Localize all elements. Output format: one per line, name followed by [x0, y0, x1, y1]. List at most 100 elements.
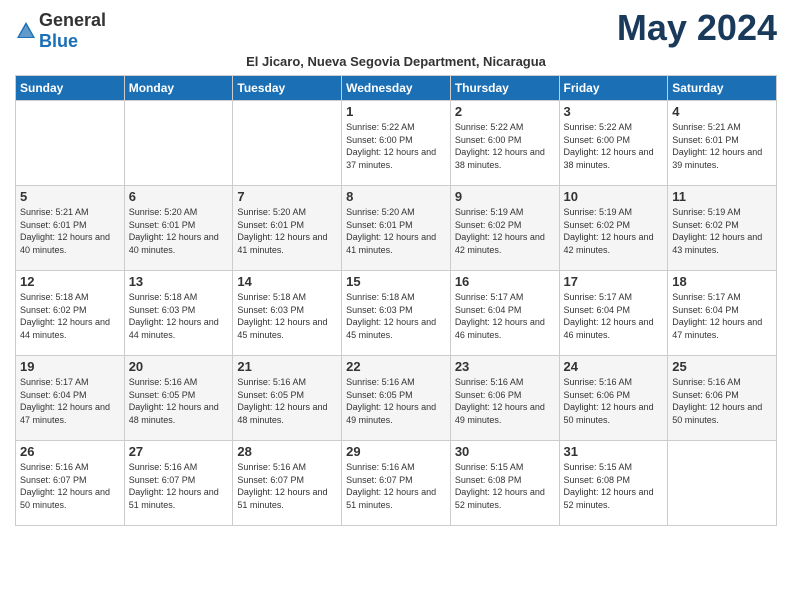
day-number: 26 [20, 444, 120, 459]
calendar-cell: 4Sunrise: 5:21 AM Sunset: 6:01 PM Daylig… [668, 101, 777, 186]
calendar-cell: 8 Sunrise: 5:20 AM Sunset: 6:01 PM Daylig… [342, 186, 451, 271]
day-number: 8 [346, 189, 446, 204]
day-info: Sunrise: 5:16 AM Sunset: 6:07 PM Dayligh… [346, 461, 446, 511]
day-info: Sunrise: 5:17 AM Sunset: 6:04 PM Dayligh… [20, 376, 120, 426]
calendar-cell: 16 Sunrise: 5:17 AM Sunset: 6:04 PM Dayli… [450, 271, 559, 356]
day-info: Sunrise: 5:17 AM Sunset: 6:04 PM Dayligh… [455, 291, 555, 341]
calendar-cell [233, 101, 342, 186]
calendar-cell: 25 Sunrise: 5:16 AM Sunset: 6:06 PM Dayli… [668, 356, 777, 441]
day-info: Sunrise: 5:22 AM Sunset: 6:00 PM Dayligh… [455, 121, 555, 171]
day-info: Sunrise: 5:16 AM Sunset: 6:06 PM Dayligh… [672, 376, 772, 426]
day-info: Sunrise: 5:17 AM Sunset: 6:04 PM Dayligh… [672, 291, 772, 341]
calendar-cell: 1 Sunrise: 5:22 AM Sunset: 6:00 PM Daylig… [342, 101, 451, 186]
day-number: 5 [20, 189, 120, 204]
day-info: Sunrise: 5:15 AM Sunset: 6:08 PM Dayligh… [564, 461, 664, 511]
day-number: 27 [129, 444, 229, 459]
calendar-row-2: 12 Sunrise: 5:18 AM Sunset: 6:02 PM Dayli… [16, 271, 777, 356]
day-number: 30 [455, 444, 555, 459]
calendar-cell: 21Sunrise: 5:16 AM Sunset: 6:05 PM Dayli… [233, 356, 342, 441]
day-info: Sunrise: 5:20 AM Sunset: 6:01 PM Dayligh… [346, 206, 446, 256]
calendar-cell: 19 Sunrise: 5:17 AM Sunset: 6:04 PM Dayli… [16, 356, 125, 441]
header-friday: Friday [559, 76, 668, 101]
day-info: Sunrise: 5:20 AM Sunset: 6:01 PM Dayligh… [129, 206, 229, 256]
day-number: 24 [564, 359, 664, 374]
header: General Blue May 2024 [15, 10, 777, 52]
calendar-cell: 18 Sunrise: 5:17 AM Sunset: 6:04 PM Dayli… [668, 271, 777, 356]
logo-general: General [39, 10, 106, 30]
day-info: Sunrise: 5:16 AM Sunset: 6:06 PM Dayligh… [455, 376, 555, 426]
calendar-cell: 27 Sunrise: 5:16 AM Sunset: 6:07 PM Dayli… [124, 441, 233, 526]
day-info: Sunrise: 5:16 AM Sunset: 6:07 PM Dayligh… [129, 461, 229, 511]
day-info: Sunrise: 5:21 AM Sunset: 6:01 PM Dayligh… [20, 206, 120, 256]
calendar-cell: 9 Sunrise: 5:19 AM Sunset: 6:02 PM Daylig… [450, 186, 559, 271]
day-info: Sunrise: 5:17 AM Sunset: 6:04 PM Dayligh… [564, 291, 664, 341]
calendar-cell [124, 101, 233, 186]
day-info: Sunrise: 5:20 AM Sunset: 6:01 PM Dayligh… [237, 206, 337, 256]
calendar-row-4: 26 Sunrise: 5:16 AM Sunset: 6:07 PM Dayli… [16, 441, 777, 526]
calendar-cell: 5 Sunrise: 5:21 AM Sunset: 6:01 PM Daylig… [16, 186, 125, 271]
day-number: 31 [564, 444, 664, 459]
day-number: 7 [237, 189, 337, 204]
day-info: Sunrise: 5:15 AM Sunset: 6:08 PM Dayligh… [455, 461, 555, 511]
header-monday: Monday [124, 76, 233, 101]
logo-text: General Blue [39, 10, 106, 52]
calendar-row-3: 19 Sunrise: 5:17 AM Sunset: 6:04 PM Dayli… [16, 356, 777, 441]
day-info: Sunrise: 5:18 AM Sunset: 6:03 PM Dayligh… [346, 291, 446, 341]
month-title: May 2024 [617, 10, 777, 46]
day-number: 6 [129, 189, 229, 204]
calendar-cell: 2 Sunrise: 5:22 AM Sunset: 6:00 PM Daylig… [450, 101, 559, 186]
calendar-cell: 13 Sunrise: 5:18 AM Sunset: 6:03 PM Dayli… [124, 271, 233, 356]
day-info: Sunrise: 5:18 AM Sunset: 6:03 PM Dayligh… [237, 291, 337, 341]
calendar-cell: 3 Sunrise: 5:22 AM Sunset: 6:00 PM Daylig… [559, 101, 668, 186]
calendar-cell: 23 Sunrise: 5:16 AM Sunset: 6:06 PM Dayli… [450, 356, 559, 441]
calendar-cell: 24 Sunrise: 5:16 AM Sunset: 6:06 PM Dayli… [559, 356, 668, 441]
calendar-cell: 12 Sunrise: 5:18 AM Sunset: 6:02 PM Dayli… [16, 271, 125, 356]
day-info: Sunrise: 5:22 AM Sunset: 6:00 PM Dayligh… [346, 121, 446, 171]
day-info: Sunrise: 5:16 AM Sunset: 6:07 PM Dayligh… [237, 461, 337, 511]
calendar-cell: 20Sunrise: 5:16 AM Sunset: 6:05 PM Dayli… [124, 356, 233, 441]
logo: General Blue [15, 10, 106, 52]
day-number: 19 [20, 359, 120, 374]
calendar-cell: 15Sunrise: 5:18 AM Sunset: 6:03 PM Dayli… [342, 271, 451, 356]
header-saturday: Saturday [668, 76, 777, 101]
calendar-row-1: 5 Sunrise: 5:21 AM Sunset: 6:01 PM Daylig… [16, 186, 777, 271]
day-number: 13 [129, 274, 229, 289]
calendar-cell: 28 Sunrise: 5:16 AM Sunset: 6:07 PM Dayli… [233, 441, 342, 526]
calendar-cell [16, 101, 125, 186]
header-thursday: Thursday [450, 76, 559, 101]
day-info: Sunrise: 5:19 AM Sunset: 6:02 PM Dayligh… [455, 206, 555, 256]
calendar-cell: 11Sunrise: 5:19 AM Sunset: 6:02 PM Dayli… [668, 186, 777, 271]
day-info: Sunrise: 5:19 AM Sunset: 6:02 PM Dayligh… [564, 206, 664, 256]
calendar-cell: 31 Sunrise: 5:15 AM Sunset: 6:08 PM Dayli… [559, 441, 668, 526]
day-number: 9 [455, 189, 555, 204]
day-info: Sunrise: 5:18 AM Sunset: 6:03 PM Dayligh… [129, 291, 229, 341]
day-number: 25 [672, 359, 772, 374]
day-number: 3 [564, 104, 664, 119]
day-number: 29 [346, 444, 446, 459]
day-number: 28 [237, 444, 337, 459]
calendar-cell [668, 441, 777, 526]
day-info: Sunrise: 5:21 AM Sunset: 6:01 PM Dayligh… [672, 121, 772, 171]
day-number: 17 [564, 274, 664, 289]
calendar-cell: 26Sunrise: 5:16 AM Sunset: 6:07 PM Dayli… [16, 441, 125, 526]
day-info: Sunrise: 5:18 AM Sunset: 6:02 PM Dayligh… [20, 291, 120, 341]
day-number: 20 [129, 359, 229, 374]
header-tuesday: Tuesday [233, 76, 342, 101]
day-number: 22 [346, 359, 446, 374]
calendar-cell: 22Sunrise: 5:16 AM Sunset: 6:05 PM Dayli… [342, 356, 451, 441]
day-info: Sunrise: 5:16 AM Sunset: 6:06 PM Dayligh… [564, 376, 664, 426]
day-number: 16 [455, 274, 555, 289]
day-number: 2 [455, 104, 555, 119]
calendar-cell: 10Sunrise: 5:19 AM Sunset: 6:02 PM Dayli… [559, 186, 668, 271]
day-number: 23 [455, 359, 555, 374]
calendar-cell: 29 Sunrise: 5:16 AM Sunset: 6:07 PM Dayli… [342, 441, 451, 526]
day-number: 18 [672, 274, 772, 289]
calendar-cell: 6 Sunrise: 5:20 AM Sunset: 6:01 PM Daylig… [124, 186, 233, 271]
day-number: 1 [346, 104, 446, 119]
day-number: 12 [20, 274, 120, 289]
day-info: Sunrise: 5:16 AM Sunset: 6:05 PM Dayligh… [237, 376, 337, 426]
calendar-row-0: 1 Sunrise: 5:22 AM Sunset: 6:00 PM Daylig… [16, 101, 777, 186]
day-info: Sunrise: 5:22 AM Sunset: 6:00 PM Dayligh… [564, 121, 664, 171]
calendar-cell: 30 Sunrise: 5:15 AM Sunset: 6:08 PM Dayli… [450, 441, 559, 526]
day-info: Sunrise: 5:19 AM Sunset: 6:02 PM Dayligh… [672, 206, 772, 256]
